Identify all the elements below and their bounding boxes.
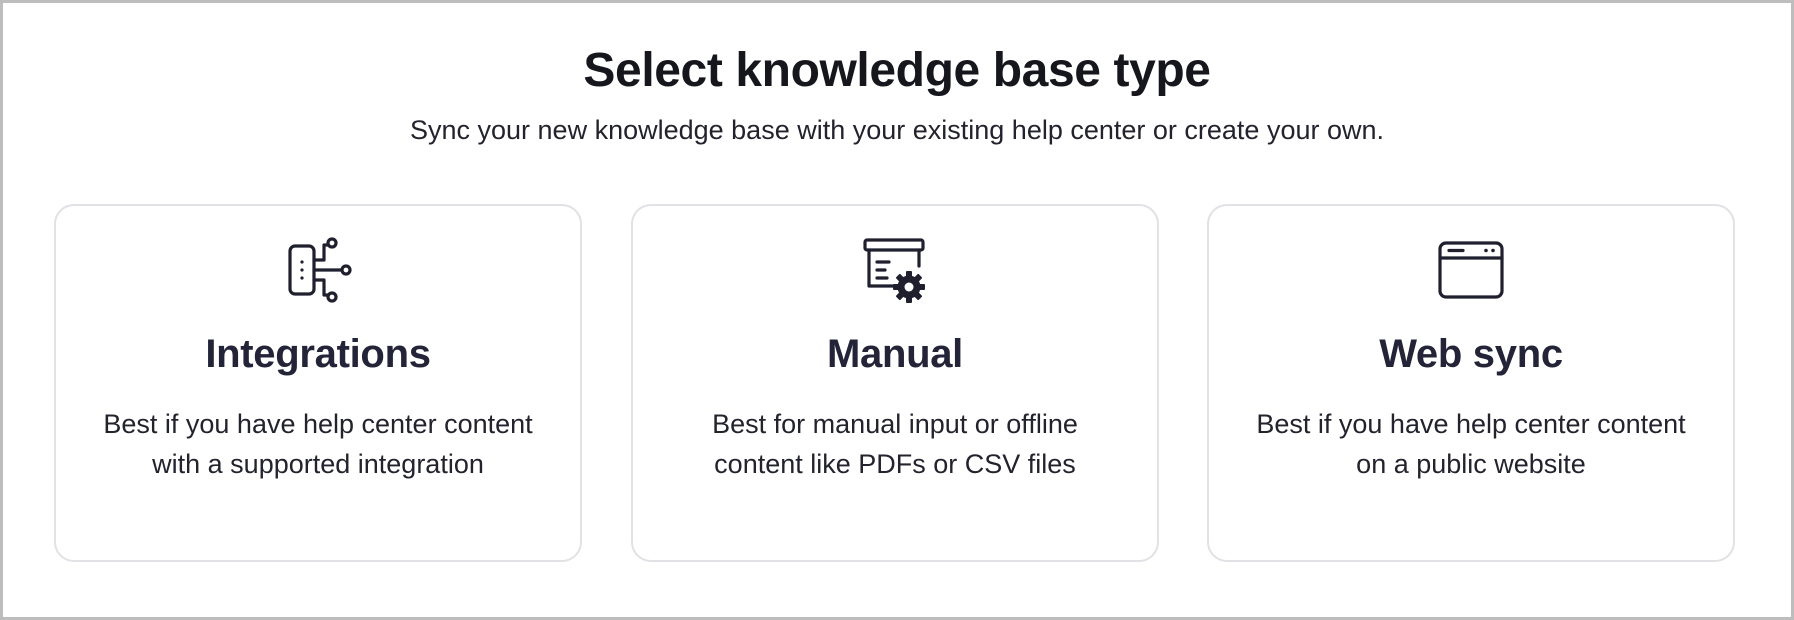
option-card-manual[interactable]: Manual Best for manual input or offline … <box>631 204 1159 562</box>
manual-document-gear-icon <box>863 238 925 303</box>
option-title: Web sync <box>1379 332 1563 376</box>
page-subtitle: Sync your new knowledge base with your e… <box>409 115 1385 145</box>
option-description-line: Best for manual input or offline <box>712 409 1078 439</box>
option-title: Integrations <box>205 332 431 376</box>
option-title: Manual <box>827 332 963 376</box>
integrations-icon <box>288 237 352 303</box>
option-description: Best if you have help center content on … <box>1239 404 1703 484</box>
option-description-line: content like PDFs or CSV files <box>714 449 1076 479</box>
page-frame: Select knowledge base type Sync your new… <box>0 0 1794 620</box>
option-description: Best if you have help center content wit… <box>86 404 550 484</box>
option-description-line: with a supported integration <box>152 449 484 479</box>
option-description-line: on a public website <box>1356 449 1586 479</box>
knowledge-base-type-options: Integrations Best if you have help cente… <box>54 204 1738 566</box>
option-card-integrations[interactable]: Integrations Best if you have help cente… <box>54 204 582 562</box>
option-description: Best for manual input or offline content… <box>663 404 1127 484</box>
option-card-web-sync[interactable]: Web sync Best if you have help center co… <box>1207 204 1735 562</box>
page-title: Select knowledge base type <box>583 44 1211 97</box>
option-description-line: Best if you have help center content <box>103 409 533 439</box>
browser-window-icon <box>1438 241 1504 299</box>
option-description-line: Best if you have help center content <box>1256 409 1686 439</box>
